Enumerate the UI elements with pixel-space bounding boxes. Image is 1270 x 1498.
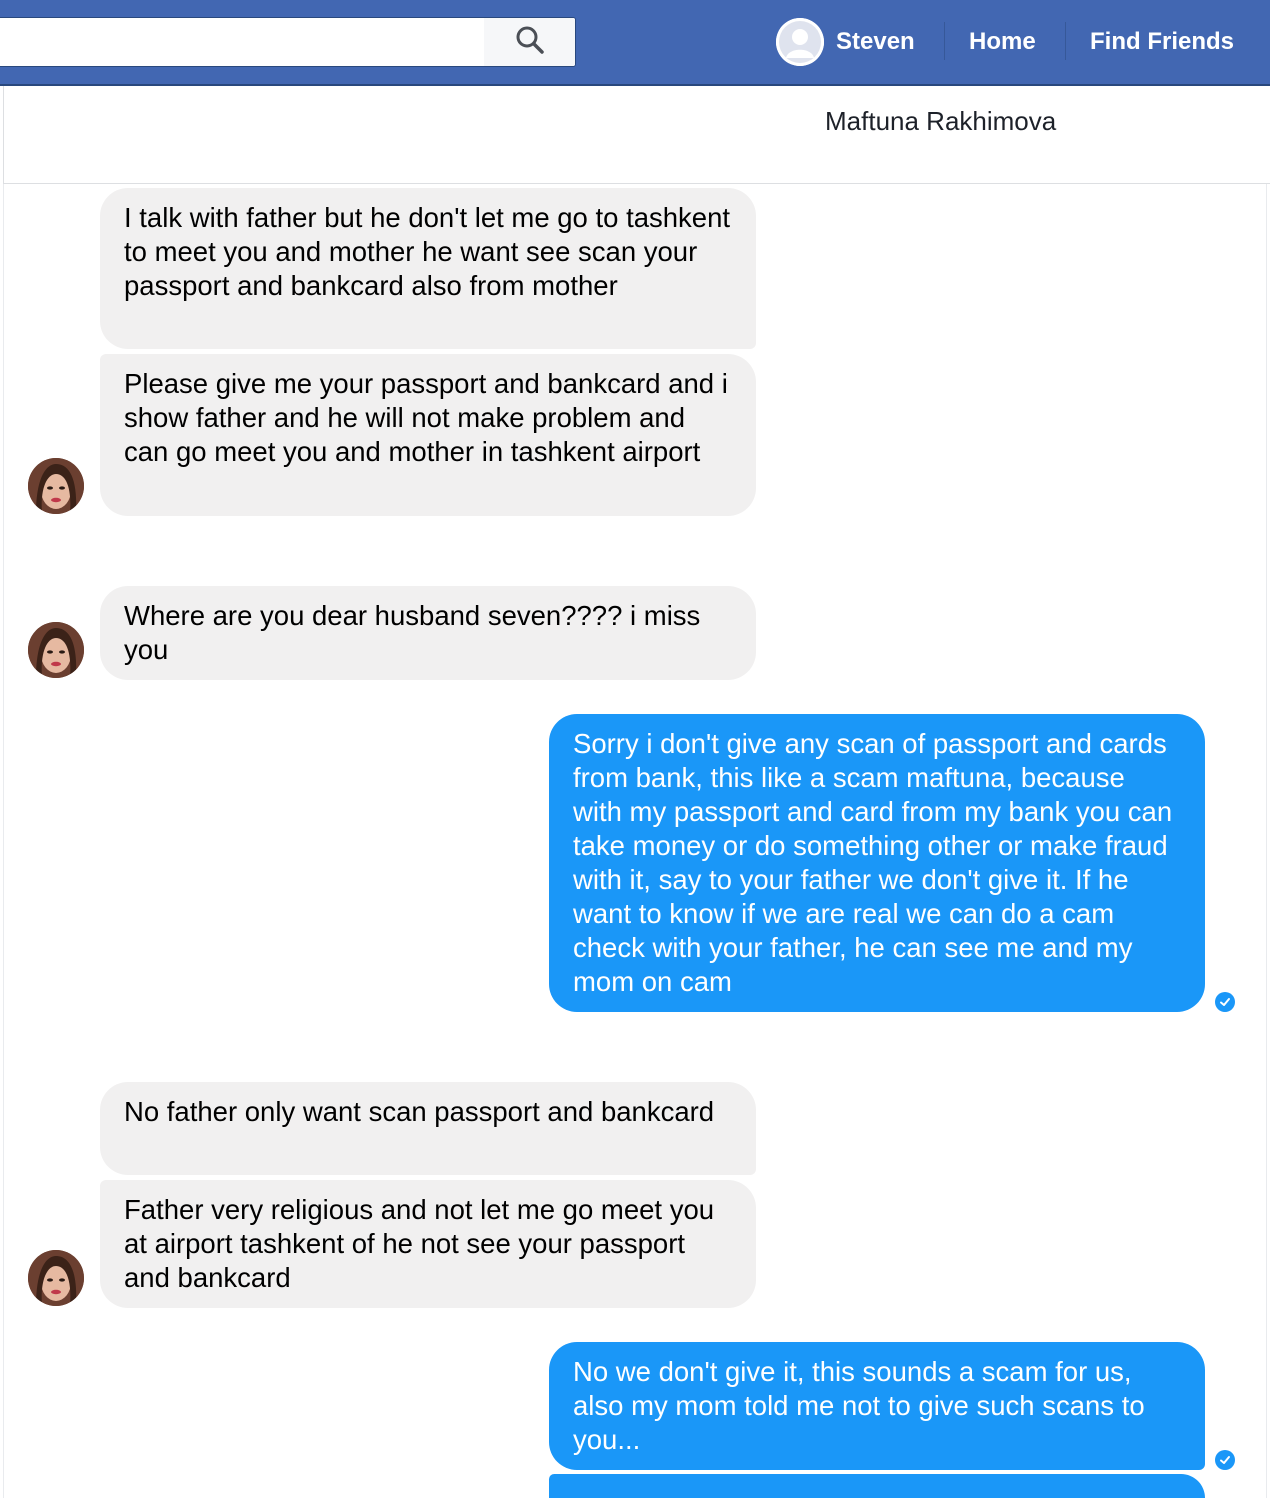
profile-avatar[interactable] <box>776 18 824 66</box>
seen-check-icon <box>1215 992 1235 1012</box>
conversation-title[interactable]: Maftuna Rakhimova <box>825 106 1056 137</box>
contact-avatar[interactable] <box>28 622 84 678</box>
thread-left-border <box>3 184 4 1498</box>
contact-photo-icon <box>28 1250 84 1306</box>
search-button[interactable] <box>484 18 575 66</box>
nav-divider <box>1065 22 1066 60</box>
incoming-message[interactable]: Where are you dear husband seven???? i m… <box>100 586 756 680</box>
outgoing-message[interactable]: Sorry i don't give any scan of passport … <box>549 714 1205 1012</box>
incoming-message[interactable]: Please give me your passport and bankcar… <box>100 354 756 516</box>
search-icon <box>514 24 546 61</box>
outgoing-message[interactable]: No we don't give it, this sounds a scam … <box>549 1342 1205 1470</box>
contact-photo-icon <box>28 622 84 678</box>
top-navigation-bar: Steven Home Find Friends <box>0 0 1270 86</box>
contact-avatar[interactable] <box>28 458 84 514</box>
seen-check-icon <box>1215 1450 1235 1470</box>
incoming-message[interactable]: Father very religious and not let me go … <box>100 1180 756 1308</box>
nav-home-link[interactable]: Home <box>969 26 1036 58</box>
contact-photo-icon <box>28 458 84 514</box>
conversation-header: Maftuna Rakhimova <box>3 86 1270 184</box>
nav-divider <box>944 22 945 60</box>
contact-avatar[interactable] <box>28 1250 84 1306</box>
nav-profile-link[interactable]: Steven <box>836 26 915 58</box>
default-user-icon <box>776 18 824 66</box>
incoming-message[interactable]: No father only want scan passport and ba… <box>100 1082 756 1175</box>
search-input[interactable] <box>0 18 484 66</box>
outgoing-message-partial[interactable] <box>549 1474 1205 1498</box>
thread-right-border <box>1266 184 1267 1498</box>
nav-find-friends-link[interactable]: Find Friends <box>1090 26 1234 58</box>
incoming-message[interactable]: I talk with father but he don't let me g… <box>100 188 756 349</box>
search-box <box>0 17 576 67</box>
